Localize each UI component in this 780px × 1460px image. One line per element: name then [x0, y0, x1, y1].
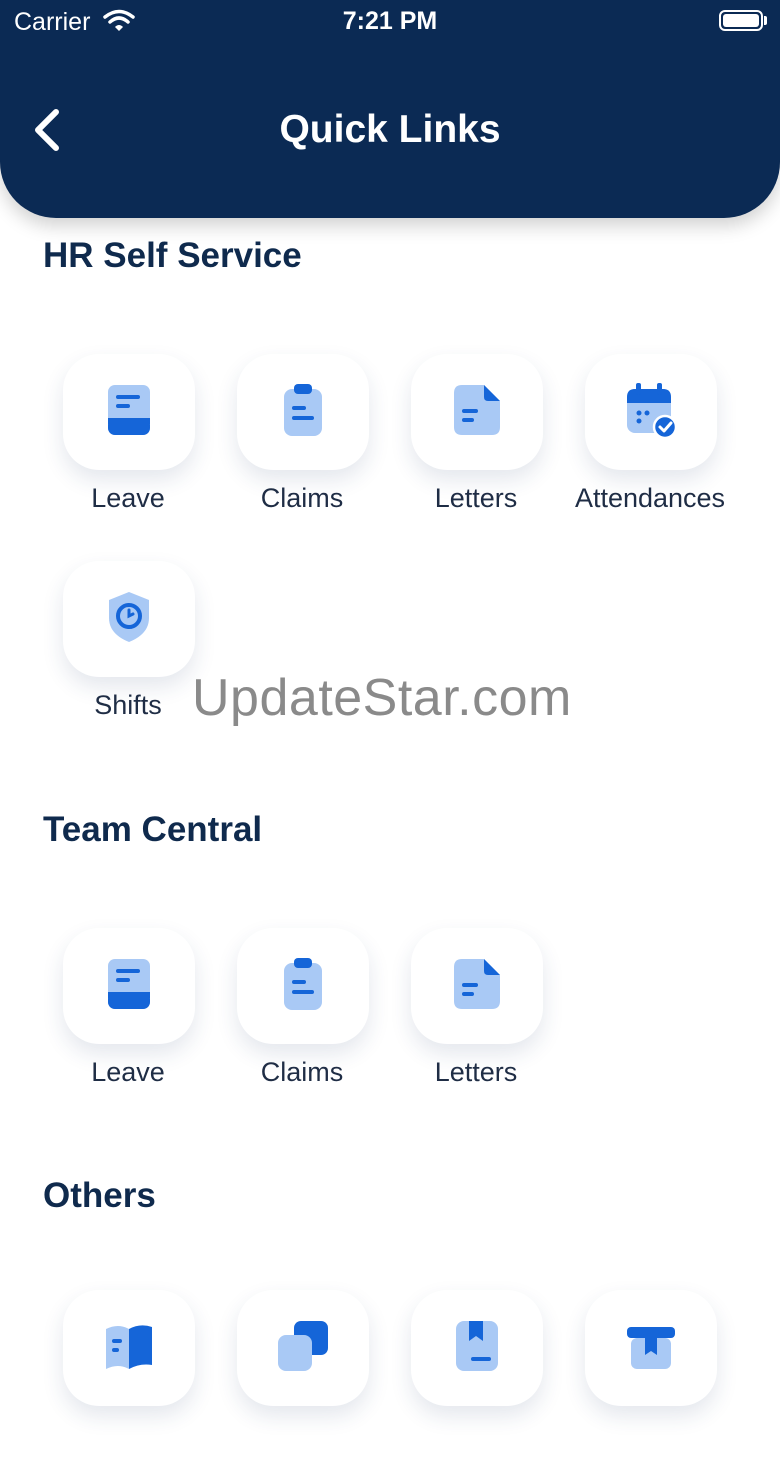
tile-label: Leave	[91, 1057, 165, 1087]
tile-hr-letters[interactable]: Letters	[389, 354, 563, 524]
shift-shield-icon	[107, 591, 151, 647]
tile-team-letters[interactable]: Letters	[389, 928, 563, 1098]
clock: 7:21 PM	[342, 7, 438, 35]
tile-icon-box	[585, 354, 717, 470]
section-title-others: Others	[43, 1176, 156, 1215]
tile-others-book[interactable]	[41, 1290, 215, 1460]
claims-icon	[282, 383, 324, 441]
tile-label: Claims	[260, 1057, 344, 1087]
tile-label: Letters	[434, 1057, 518, 1087]
watermark: UpdateStar.com	[192, 669, 572, 727]
tile-hr-leave[interactable]: Leave	[41, 354, 215, 524]
letters-icon	[454, 958, 500, 1014]
tile-icon-box	[411, 354, 543, 470]
tile-hr-claims[interactable]: Claims	[215, 354, 389, 524]
book-icon	[104, 1323, 154, 1374]
tile-hr-shifts[interactable]: Shifts	[41, 561, 215, 731]
letters-icon	[454, 384, 500, 440]
tile-icon-box	[411, 928, 543, 1044]
tile-label: Claims	[260, 483, 344, 513]
tile-hr-attendances[interactable]: Attendances	[563, 354, 737, 524]
section-title-team-central: Team Central	[43, 810, 263, 849]
gift-icon	[627, 1323, 675, 1374]
tile-icon-box	[585, 1290, 717, 1406]
tile-icon-box	[237, 354, 369, 470]
tile-icon-box	[237, 1290, 369, 1406]
battery-tip	[764, 16, 767, 25]
header: Carrier 7:21 PM Quick Links	[0, 0, 780, 218]
section-title-hr-self-service: HR Self Service	[43, 236, 302, 275]
bookmark-icon	[455, 1320, 499, 1376]
tile-icon-box	[63, 561, 195, 677]
tile-label: Letters	[434, 483, 518, 513]
tile-others-gift[interactable]	[563, 1290, 737, 1460]
copy-icon	[278, 1320, 328, 1376]
leave-icon	[107, 384, 151, 440]
tile-icon-box	[411, 1290, 543, 1406]
attendance-calendar-icon	[625, 382, 678, 442]
tile-others-bookmark[interactable]	[389, 1290, 563, 1460]
tile-icon-box	[237, 928, 369, 1044]
tile-team-claims[interactable]: Claims	[215, 928, 389, 1098]
tile-icon-box	[63, 354, 195, 470]
leave-icon	[107, 958, 151, 1014]
tile-icon-box	[63, 928, 195, 1044]
claims-icon	[282, 957, 324, 1015]
tile-label: Attendances	[574, 483, 726, 513]
page-title: Quick Links	[279, 108, 501, 151]
tile-icon-box	[63, 1290, 195, 1406]
tile-others-copy[interactable]	[215, 1290, 389, 1460]
tile-label: Leave	[91, 483, 165, 513]
status-bar: Carrier 7:21 PM	[0, 0, 780, 44]
tile-team-leave[interactable]: Leave	[41, 928, 215, 1098]
battery-icon	[719, 10, 763, 31]
